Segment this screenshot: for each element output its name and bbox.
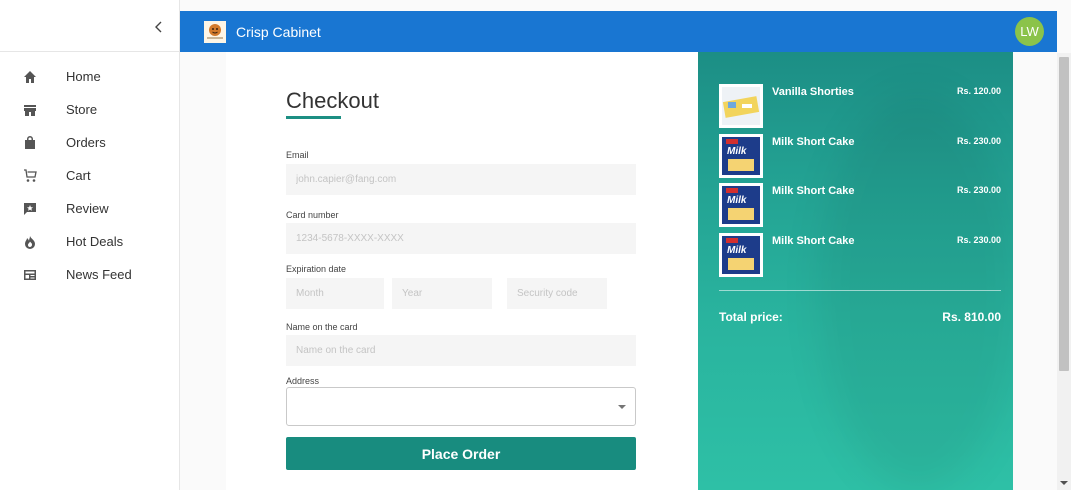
year-field[interactable]	[392, 278, 492, 309]
app-header: Crisp Cabinet LW	[180, 11, 1057, 52]
vertical-scrollbar[interactable]	[1057, 53, 1071, 490]
svg-text:Milk: Milk	[727, 245, 747, 256]
checkout-form: Checkout Email Card number Expiration da…	[226, 52, 698, 490]
sidebar-nav: Home Store Orders Cart Review Hot Deals …	[0, 52, 179, 291]
order-summary: Vanilla Shorties Rs. 120.00 Milk Milk Sh…	[698, 52, 1013, 490]
place-order-button[interactable]: Place Order	[286, 437, 636, 470]
list-item: Milk Milk Short Cake Rs. 230.00	[719, 233, 1009, 277]
sidebar-item-label: Review	[66, 201, 109, 216]
sidebar-item-label: News Feed	[66, 267, 132, 282]
sidebar-item-label: Cart	[66, 168, 91, 183]
sidebar-item-news-feed[interactable]: News Feed	[0, 258, 179, 291]
sidebar: Home Store Orders Cart Review Hot Deals …	[0, 0, 180, 490]
orders-icon	[0, 135, 66, 150]
chevron-left-icon[interactable]	[153, 20, 165, 34]
expiration-date-label: Expiration date	[286, 264, 347, 274]
summary-divider	[719, 290, 1001, 291]
item-price: Rs. 230.00	[956, 136, 1001, 146]
address-label: Address	[286, 376, 320, 386]
sidebar-item-orders[interactable]: Orders	[0, 126, 179, 159]
page-title: Checkout	[286, 88, 379, 113]
store-icon	[0, 103, 66, 117]
item-price: Rs. 230.00	[956, 185, 1001, 195]
card-number-label: Card number	[286, 210, 339, 220]
card-number-field[interactable]	[286, 223, 636, 254]
product-image	[719, 84, 763, 128]
sidebar-item-cart[interactable]: Cart	[0, 159, 179, 192]
scroll-down-arrow-icon[interactable]	[1060, 481, 1068, 485]
product-image: Milk	[719, 134, 763, 178]
name-on-card-field[interactable]	[286, 335, 636, 366]
sidebar-item-hot-deals[interactable]: Hot Deals	[0, 225, 179, 258]
sidebar-item-label: Orders	[66, 135, 106, 150]
app-title: Crisp Cabinet	[236, 23, 321, 40]
email-label: Email	[286, 150, 309, 160]
dropdown-arrow-icon	[618, 405, 626, 409]
svg-text:Milk: Milk	[727, 146, 747, 157]
hot-deals-icon	[0, 235, 66, 249]
security-code-field[interactable]	[507, 278, 607, 309]
sidebar-item-store[interactable]: Store	[0, 93, 179, 126]
list-item: Milk Milk Short Cake Rs. 230.00	[719, 183, 1009, 227]
item-name: Vanilla Shorties	[772, 86, 854, 98]
item-name: Milk Short Cake	[772, 185, 855, 197]
sidebar-header	[0, 0, 179, 52]
email-field[interactable]	[286, 164, 636, 195]
sidebar-item-home[interactable]: Home	[0, 60, 179, 93]
name-on-card-label: Name on the card	[286, 322, 358, 332]
home-icon	[0, 70, 66, 84]
cart-icon	[0, 168, 66, 183]
title-underline	[286, 116, 341, 119]
sidebar-item-label: Hot Deals	[66, 234, 124, 249]
logo-icon[interactable]	[204, 20, 226, 43]
list-item: Milk Milk Short Cake Rs. 230.00	[719, 134, 1009, 178]
month-field[interactable]	[286, 278, 384, 309]
list-item: Vanilla Shorties Rs. 120.00	[719, 84, 1009, 128]
product-image: Milk	[719, 233, 763, 277]
item-name: Milk Short Cake	[772, 235, 855, 247]
total-price-label: Total price:	[719, 310, 783, 324]
svg-text:Milk: Milk	[727, 195, 747, 206]
avatar[interactable]: LW	[1015, 17, 1044, 46]
news-feed-icon	[0, 268, 66, 282]
review-icon	[0, 202, 66, 216]
item-price: Rs. 230.00	[956, 235, 1001, 245]
item-name: Milk Short Cake	[772, 136, 855, 148]
scrollbar-thumb[interactable]	[1059, 57, 1069, 371]
total-price-value: Rs. 810.00	[942, 310, 1001, 324]
product-image: Milk	[719, 183, 763, 227]
sidebar-item-label: Store	[66, 102, 98, 117]
address-select[interactable]	[286, 387, 636, 426]
sidebar-item-review[interactable]: Review	[0, 192, 179, 225]
item-price: Rs. 120.00	[956, 86, 1001, 96]
sidebar-item-label: Home	[66, 69, 101, 84]
